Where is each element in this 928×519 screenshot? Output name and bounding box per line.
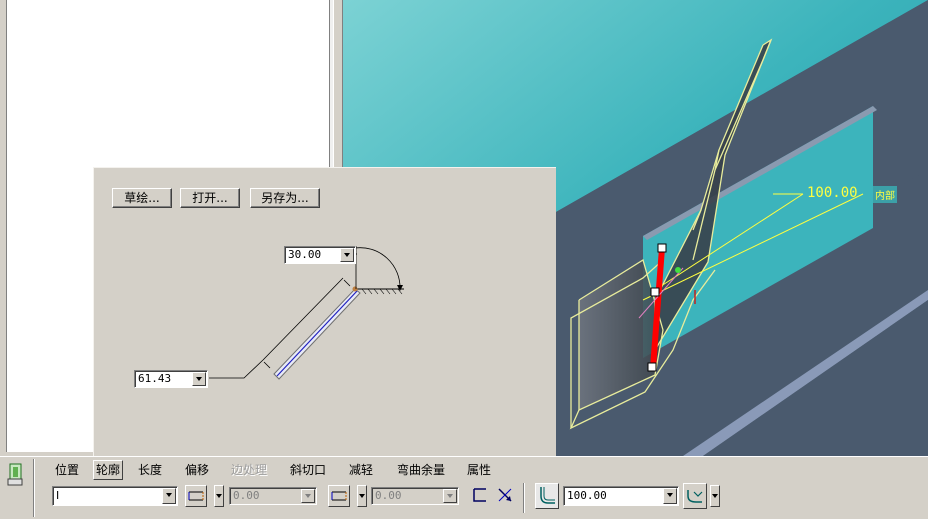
profile-panel: 草绘... 打开... 另存为... 30.00 61.43 xyxy=(93,167,556,457)
dimension-value-label[interactable]: 100.00 xyxy=(807,185,858,201)
tab-edge-treatment[interactable]: 边处理 xyxy=(229,461,269,479)
end-type-icon xyxy=(188,491,204,501)
tab-profile[interactable]: 轮廓 xyxy=(93,460,124,480)
offset-value-2-text: 0.00 xyxy=(375,489,402,502)
bend-radius-input[interactable]: 100.00 xyxy=(563,486,679,506)
angle-value: 30.00 xyxy=(288,248,322,261)
flip-direction-button[interactable] xyxy=(495,485,517,507)
offset-value-2-arrow[interactable] xyxy=(443,489,457,503)
angle-dropdown-arrow[interactable] xyxy=(340,248,354,262)
drag-handle-bottom xyxy=(647,362,657,372)
tab-miter-cuts[interactable]: 斜切口 xyxy=(288,461,328,479)
flange-feature-icon xyxy=(7,463,23,486)
thickness-side-icon xyxy=(473,488,486,502)
end-type-icon xyxy=(331,491,347,501)
first-end-type-arrow[interactable] xyxy=(214,485,224,507)
thickness-side-button[interactable] xyxy=(470,485,492,507)
drag-handle-mid xyxy=(650,287,660,297)
dimension-tag[interactable]: 内部 xyxy=(873,186,897,203)
bend-radius-icon xyxy=(540,487,555,504)
length-input[interactable]: 61.43 xyxy=(134,370,208,388)
bend-radius-value: 100.00 xyxy=(567,489,607,502)
tab-properties[interactable]: 属性 xyxy=(465,461,493,479)
length-value: 61.43 xyxy=(138,372,172,385)
drag-handle-top xyxy=(657,243,667,253)
bend-radius-toggle[interactable] xyxy=(535,483,559,509)
angle-input[interactable]: 30.00 xyxy=(284,246,356,264)
first-end-type-button[interactable] xyxy=(185,485,207,507)
flange-dashboard: 位置 轮廓 长度 偏移 边处理 斜切口 减轻 弯曲余量 属性 I 0.00 0.… xyxy=(0,456,928,519)
second-end-type-arrow[interactable] xyxy=(357,485,367,507)
tab-relief[interactable]: 减轻 xyxy=(347,461,375,479)
dashboard-divider xyxy=(33,459,35,517)
shape-select[interactable]: I xyxy=(52,486,178,506)
offset-value-1-text: 0.00 xyxy=(233,489,260,502)
bend-radius-side-icon xyxy=(687,490,703,503)
bend-radius-side-arrow[interactable] xyxy=(710,485,720,507)
offset-value-2[interactable]: 0.00 xyxy=(371,487,459,505)
bend-radius-side-button[interactable] xyxy=(683,483,707,509)
tab-length[interactable]: 长度 xyxy=(136,461,164,479)
dashboard-divider-2 xyxy=(523,483,525,513)
profile-sketch-diagram xyxy=(209,246,404,380)
offset-value-1-arrow[interactable] xyxy=(301,489,315,503)
offset-value-1[interactable]: 0.00 xyxy=(229,487,317,505)
length-dropdown-arrow[interactable] xyxy=(192,372,206,386)
tab-offset[interactable]: 偏移 xyxy=(183,461,211,479)
second-end-type-button[interactable] xyxy=(328,485,350,507)
tab-bend-allowance[interactable]: 弯曲余量 xyxy=(395,461,447,479)
shape-select-value: I xyxy=(56,489,60,502)
flip-direction-icon xyxy=(498,488,512,502)
shape-select-arrow[interactable] xyxy=(162,488,176,504)
bend-radius-arrow[interactable] xyxy=(663,488,677,504)
tab-placement[interactable]: 位置 xyxy=(53,461,81,479)
